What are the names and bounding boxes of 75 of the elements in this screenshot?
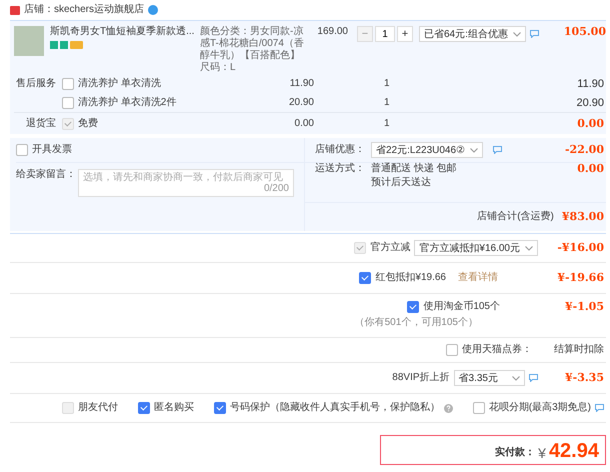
caret-icon: [512, 376, 520, 380]
deduction-label: 88VIP折上折: [392, 372, 450, 384]
option-label: 花呗分期(最高3期免息): [488, 402, 591, 414]
checkbox[interactable]: [407, 301, 420, 313]
option-total: 0.00: [577, 118, 604, 130]
product-title[interactable]: 斯凯奇男女T恤短袖夏季新款透...: [50, 26, 200, 38]
deduction-amount: -¥16.00: [556, 242, 604, 254]
deduction-label: 红包抵扣¥19.66: [375, 272, 446, 284]
deduction-amount: ¥-19.66: [556, 272, 604, 284]
checkbox[interactable]: [214, 402, 226, 414]
coupon-select[interactable]: 省22元:L223U046②: [371, 142, 484, 158]
shipping-amount: 0.00: [577, 163, 604, 175]
deduction-amount: ¥-1.05: [564, 301, 604, 313]
chat-icon[interactable]: [529, 374, 538, 382]
option-price: 0.00: [294, 118, 314, 130]
discount-select[interactable]: 已省64元:组合优惠: [419, 26, 526, 42]
store-total: ¥83.00: [562, 211, 604, 223]
message-label: 给卖家留言：: [16, 169, 76, 181]
currency-symbol: ¥: [538, 444, 546, 462]
store-total-label: 店铺合计(含运费): [477, 211, 554, 223]
option-label: 免费: [78, 118, 98, 130]
insurance-label: 退货宝: [25, 118, 56, 130]
item-total: 105.00: [564, 26, 606, 38]
store-name: 店铺：skechers运动旗舰店: [24, 4, 144, 16]
option-price: 20.90: [288, 96, 314, 108]
caret-icon: [470, 148, 478, 152]
checkbox[interactable]: [472, 402, 485, 414]
option-label: 清洗养护 单衣清洗: [78, 78, 161, 90]
caret-icon: [512, 32, 521, 36]
option-quantity: 1: [384, 78, 390, 90]
plus-button[interactable]: +: [397, 26, 413, 42]
option-label: 朋友代付: [78, 402, 118, 414]
checkbox[interactable]: [359, 272, 372, 284]
deduction-label: 官方立减: [370, 242, 410, 254]
sku-text: 尺码：L: [200, 62, 237, 74]
badge-icon: [148, 5, 158, 15]
option-label: 号码保护（隐藏收件人真实手机号，保护隐私）: [230, 402, 440, 414]
character-counter: 0/200: [264, 183, 289, 195]
chat-icon[interactable]: [493, 146, 502, 154]
checkbox[interactable]: [16, 144, 28, 156]
deduction-label: 使用淘金币105个: [423, 301, 500, 313]
quantity-field[interactable]: 1: [375, 26, 395, 42]
checkbox[interactable]: [62, 96, 74, 108]
store-logo-icon: [10, 6, 20, 14]
shipping-label: 运送方式：: [315, 163, 366, 175]
option-label: 匿名购买: [154, 402, 194, 414]
option-quantity: 1: [384, 96, 390, 108]
invoice-label: 开具发票: [32, 144, 72, 156]
deduction-select[interactable]: 省3.35元: [454, 370, 525, 386]
unit-price: 169.00: [316, 26, 348, 38]
checkbox[interactable]: [446, 344, 458, 356]
chat-icon[interactable]: [595, 404, 604, 412]
help-icon[interactable]: [444, 404, 453, 412]
option-price: 11.90: [288, 78, 314, 90]
deduction-label: 使用天猫点券：: [462, 344, 532, 356]
discount-amount: -22.00: [564, 144, 604, 156]
deduction-amount: ¥-3.35: [564, 372, 604, 384]
service-label: 售后服务: [15, 78, 56, 90]
payment-amount: 42.94: [548, 440, 599, 462]
delivery-estimate: 预计后天送达: [371, 177, 432, 189]
deduction-value: 结算时扣除: [554, 344, 604, 356]
discount-label: 店铺优惠：: [315, 144, 366, 156]
caret-icon: [525, 246, 533, 250]
checkbox[interactable]: [62, 78, 74, 90]
payment-label: 实付款：: [495, 447, 536, 459]
sku-text: 颜色分类：男女同款-凉感T-棉花糖白/0074（香醇牛乳）【百搭配色】: [200, 26, 305, 62]
option-label: 清洗养护 单衣清洗2件: [78, 96, 176, 108]
shipping-method: 普通配送 快递 包邮: [371, 163, 457, 175]
option-total: 11.90: [577, 78, 604, 90]
coin-balance: （你有501个，可用105个）: [354, 317, 478, 329]
chat-icon[interactable]: [530, 30, 539, 38]
checkbox[interactable]: [138, 402, 150, 414]
option-total: 20.90: [576, 96, 604, 108]
photo-placeholder: [14, 26, 44, 56]
option-quantity: 1: [384, 118, 390, 130]
